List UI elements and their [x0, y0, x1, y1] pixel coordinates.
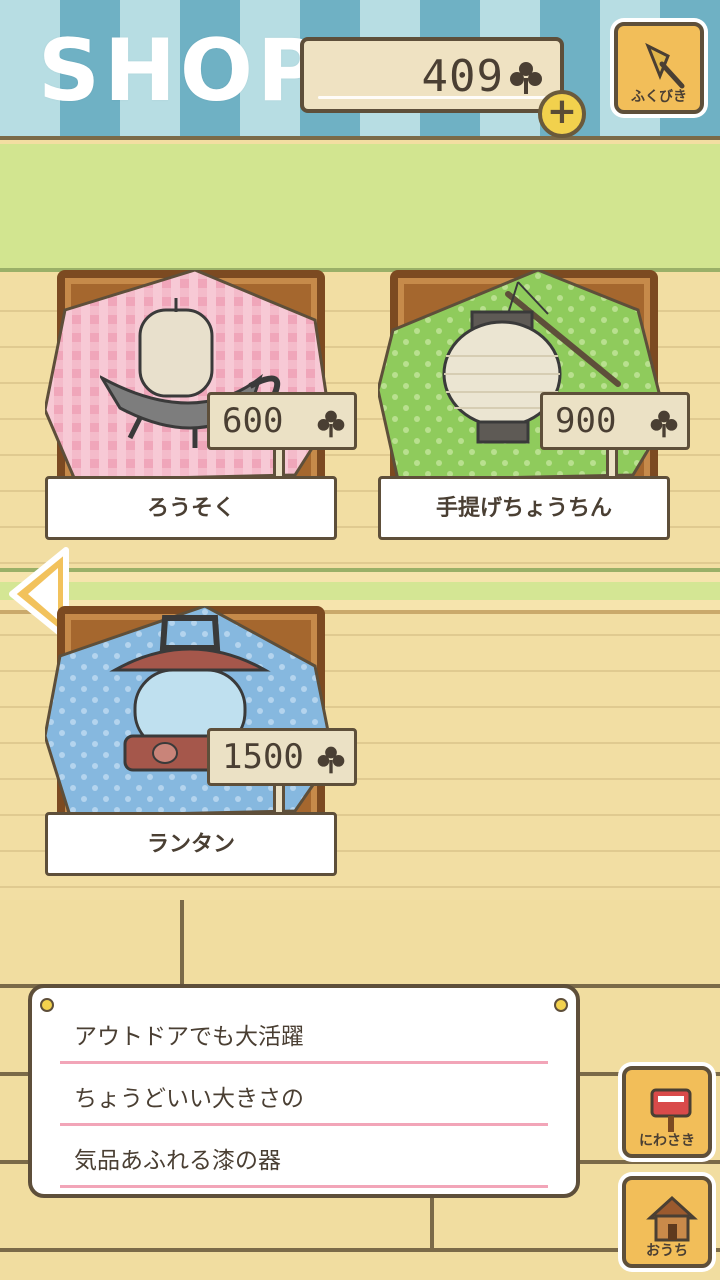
description-line: 気品あふれる漆の器 [60, 1126, 548, 1188]
item-description-panel: アウトドアでも大活躍 ちょうどいい大きさの 気品あふれる漆の器 [28, 984, 580, 1198]
grass-band [0, 144, 720, 272]
house-icon [646, 1195, 698, 1242]
page-title: SHOP [38, 21, 325, 121]
pin-icon [40, 998, 54, 1012]
clover-icon [317, 410, 345, 438]
price-tag: 1500 [207, 728, 357, 786]
shop-header: SHOP 409 + ふくびき [0, 0, 720, 140]
clover-count: 409 [421, 51, 504, 102]
mailbox-icon [650, 1088, 692, 1132]
item-name-plate: ランタン [45, 812, 337, 876]
clover-icon [510, 62, 542, 94]
lottery-button[interactable]: ふくびき [614, 22, 704, 114]
add-clover-button[interactable]: + [538, 90, 586, 138]
shop-item-paper-lantern[interactable]: 900 手提げちょうちん [378, 270, 690, 560]
description-line: ちょうどいい大きさの [60, 1064, 548, 1126]
shop-item-candle[interactable]: 600 ろうそく [45, 270, 357, 560]
price-tag: 600 [207, 392, 357, 450]
item-price: 1500 [222, 737, 304, 777]
pin-icon [554, 998, 568, 1012]
home-label: おうち [646, 1243, 688, 1259]
item-name-plate: ろうそく [45, 476, 337, 540]
item-price: 900 [555, 401, 617, 441]
clover-icon [650, 410, 678, 438]
clover-icon [317, 746, 345, 774]
home-button[interactable]: おうち [622, 1176, 712, 1268]
counter-underline [318, 96, 546, 99]
lottery-label: ふくびき [631, 89, 687, 105]
item-price: 600 [222, 401, 284, 441]
garden-button[interactable]: にわさき [622, 1066, 712, 1158]
garden-label: にわさき [639, 1133, 695, 1149]
shop-item-oil-lantern[interactable]: 1500 ランタン [45, 606, 357, 896]
price-tag: 900 [540, 392, 690, 450]
item-name-plate: 手提げちょうちん [378, 476, 670, 540]
description-line: アウトドアでも大活躍 [60, 1002, 548, 1064]
clover-counter: 409 [300, 37, 564, 113]
